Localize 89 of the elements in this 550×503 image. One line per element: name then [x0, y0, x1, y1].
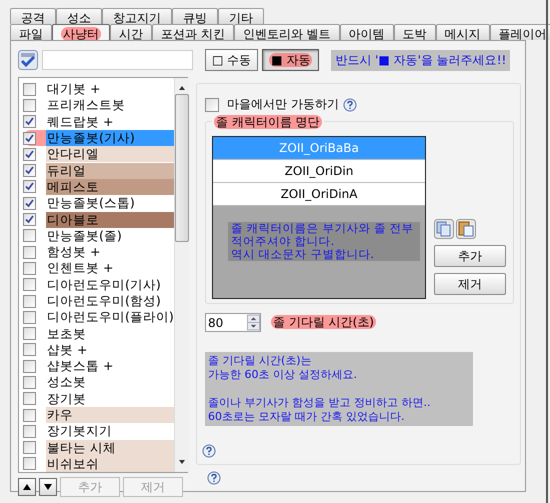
tab[interactable]: 성소	[56, 8, 102, 24]
move-down-button[interactable]	[39, 478, 57, 496]
tab[interactable]: 아이템	[340, 24, 394, 40]
copy-icon[interactable]	[434, 219, 454, 239]
checkbox[interactable]	[23, 98, 36, 112]
group-title: 졸 캐릭터이름 명단	[212, 114, 324, 131]
checkbox[interactable]	[23, 441, 36, 454]
list-item[interactable]: 보초봇	[46, 326, 174, 342]
list-item[interactable]: 디아런도우미(기사)	[46, 276, 174, 293]
list-item[interactable]: ZOII_OriDin	[213, 160, 425, 183]
mode-button[interactable]: ■ 자동	[262, 49, 320, 71]
group-button[interactable]: 제거	[434, 273, 506, 295]
move-up-button[interactable]	[18, 478, 36, 496]
checkbox[interactable]	[23, 294, 36, 308]
scrollbar-thumb[interactable]	[174, 94, 189, 242]
spellcheck-icon[interactable]	[18, 50, 38, 70]
checkbox[interactable]	[23, 82, 36, 96]
list-item[interactable]: 디아런도우미(함성)	[46, 293, 174, 309]
checkbox[interactable]	[23, 246, 36, 259]
tab[interactable]: 도박	[394, 24, 436, 40]
list-item[interactable]: 성소봇	[46, 374, 174, 390]
checkbox[interactable]	[23, 424, 36, 438]
search-field[interactable]	[42, 50, 193, 70]
tab[interactable]: 창고지기	[102, 8, 172, 24]
list-item[interactable]: 메피스토	[46, 178, 174, 195]
checkbox[interactable]	[23, 392, 36, 406]
scroll-down-icon[interactable]	[178, 458, 186, 466]
up-triangle-icon	[22, 483, 32, 491]
list-item[interactable]: 안다리엘	[46, 146, 174, 162]
checkbox[interactable]	[23, 229, 36, 242]
list-item[interactable]: 함성봇 +	[46, 244, 174, 260]
checkbox[interactable]	[23, 180, 36, 194]
checkbox[interactable]	[23, 148, 36, 161]
tab[interactable]: 큐빙	[172, 8, 218, 24]
down-triangle-icon	[43, 483, 53, 491]
mode-button[interactable]: □ 수동	[205, 49, 258, 71]
tab[interactable]: 시간	[110, 24, 152, 40]
tab[interactable]: 메시지	[436, 24, 490, 40]
list-item[interactable]: 인첸트봇 +	[46, 260, 174, 276]
list-item[interactable]: 불타는 시체	[46, 440, 174, 456]
checkbox[interactable]	[23, 196, 36, 210]
checkbox[interactable]	[23, 262, 36, 275]
checkbox[interactable]	[23, 213, 36, 226]
field-label: 졸 기다릴 시간(초)	[271, 314, 376, 331]
group-button[interactable]: 추가	[434, 245, 506, 267]
tab[interactable]: 인벤토리와 벨트	[234, 24, 340, 40]
list-item[interactable]: 만능졸봇(기사)	[46, 130, 174, 146]
list-item[interactable]: 디아런도우미(플라이)	[46, 309, 174, 326]
list-item[interactable]: 듀리얼	[46, 162, 174, 179]
tab[interactable]: 파일	[10, 24, 52, 40]
list-item[interactable]: 장기봇지기	[46, 423, 174, 440]
checkbox-label: 마을에서만 가동하기	[227, 96, 339, 113]
checkbox[interactable]	[23, 132, 36, 145]
checkbox[interactable]	[23, 343, 36, 356]
checkbox[interactable]	[23, 360, 36, 373]
list-item[interactable]: 프리캐스트봇	[46, 97, 174, 114]
checkbox[interactable]	[205, 98, 219, 112]
tab[interactable]: 공격	[10, 8, 56, 24]
scroll-up-icon[interactable]	[178, 84, 186, 92]
tab[interactable]: 사냥터	[52, 24, 110, 40]
checkbox[interactable]	[23, 376, 36, 389]
tab[interactable]: 플레이어	[490, 24, 550, 40]
list-item[interactable]: 대기봇 +	[46, 81, 174, 98]
list-item[interactable]: 샵봇스톱 +	[46, 358, 174, 374]
notice-text: 반드시 '■ 자동'을 눌러주세요!!	[331, 50, 510, 70]
list-item[interactable]: 만능졸봇(졸)	[46, 228, 174, 244]
checkbox[interactable]	[23, 310, 36, 324]
checkbox[interactable]	[23, 327, 36, 340]
list-item[interactable]: 퀘드랍봇 +	[46, 114, 174, 130]
checkbox[interactable]	[23, 278, 36, 292]
note-text: 졸 기다릴 시간(초)는 가능한 60초 이상 설정하세요. 졸이나 부기사가 함성을 받고 정비하고 하면.. 60초로는 모자랄 때가 간혹 있었습니다.	[205, 352, 473, 426]
checkbox[interactable]	[23, 408, 36, 422]
list-item[interactable]: 카우	[46, 407, 174, 424]
paste-icon[interactable]	[456, 219, 476, 239]
note-text: 졸 캐릭터이름은 부기사와 졸 전부 적어주셔야 합니다. 역시 대소문자 구별합니다.	[228, 222, 420, 261]
checkbox[interactable]	[23, 457, 36, 470]
list-item[interactable]: 만능졸봇(스톱)	[46, 195, 174, 212]
help-icon[interactable]	[342, 98, 357, 112]
tab[interactable]: 포션과 치킨	[152, 24, 234, 40]
list-item[interactable]: 장기봇	[46, 390, 174, 407]
list-item[interactable]: 비쉬보쉬	[46, 456, 174, 472]
list-item[interactable]: 샵봇 +	[46, 342, 174, 358]
list-item[interactable]: ZOII_OriDinA	[213, 183, 425, 206]
help-icon[interactable]	[207, 471, 221, 485]
tab[interactable]: 기타	[218, 8, 264, 24]
checkbox[interactable]	[23, 164, 36, 178]
checkbox[interactable]	[23, 115, 36, 128]
help-icon[interactable]	[202, 444, 216, 458]
list-item[interactable]: 디아블로	[46, 212, 174, 228]
